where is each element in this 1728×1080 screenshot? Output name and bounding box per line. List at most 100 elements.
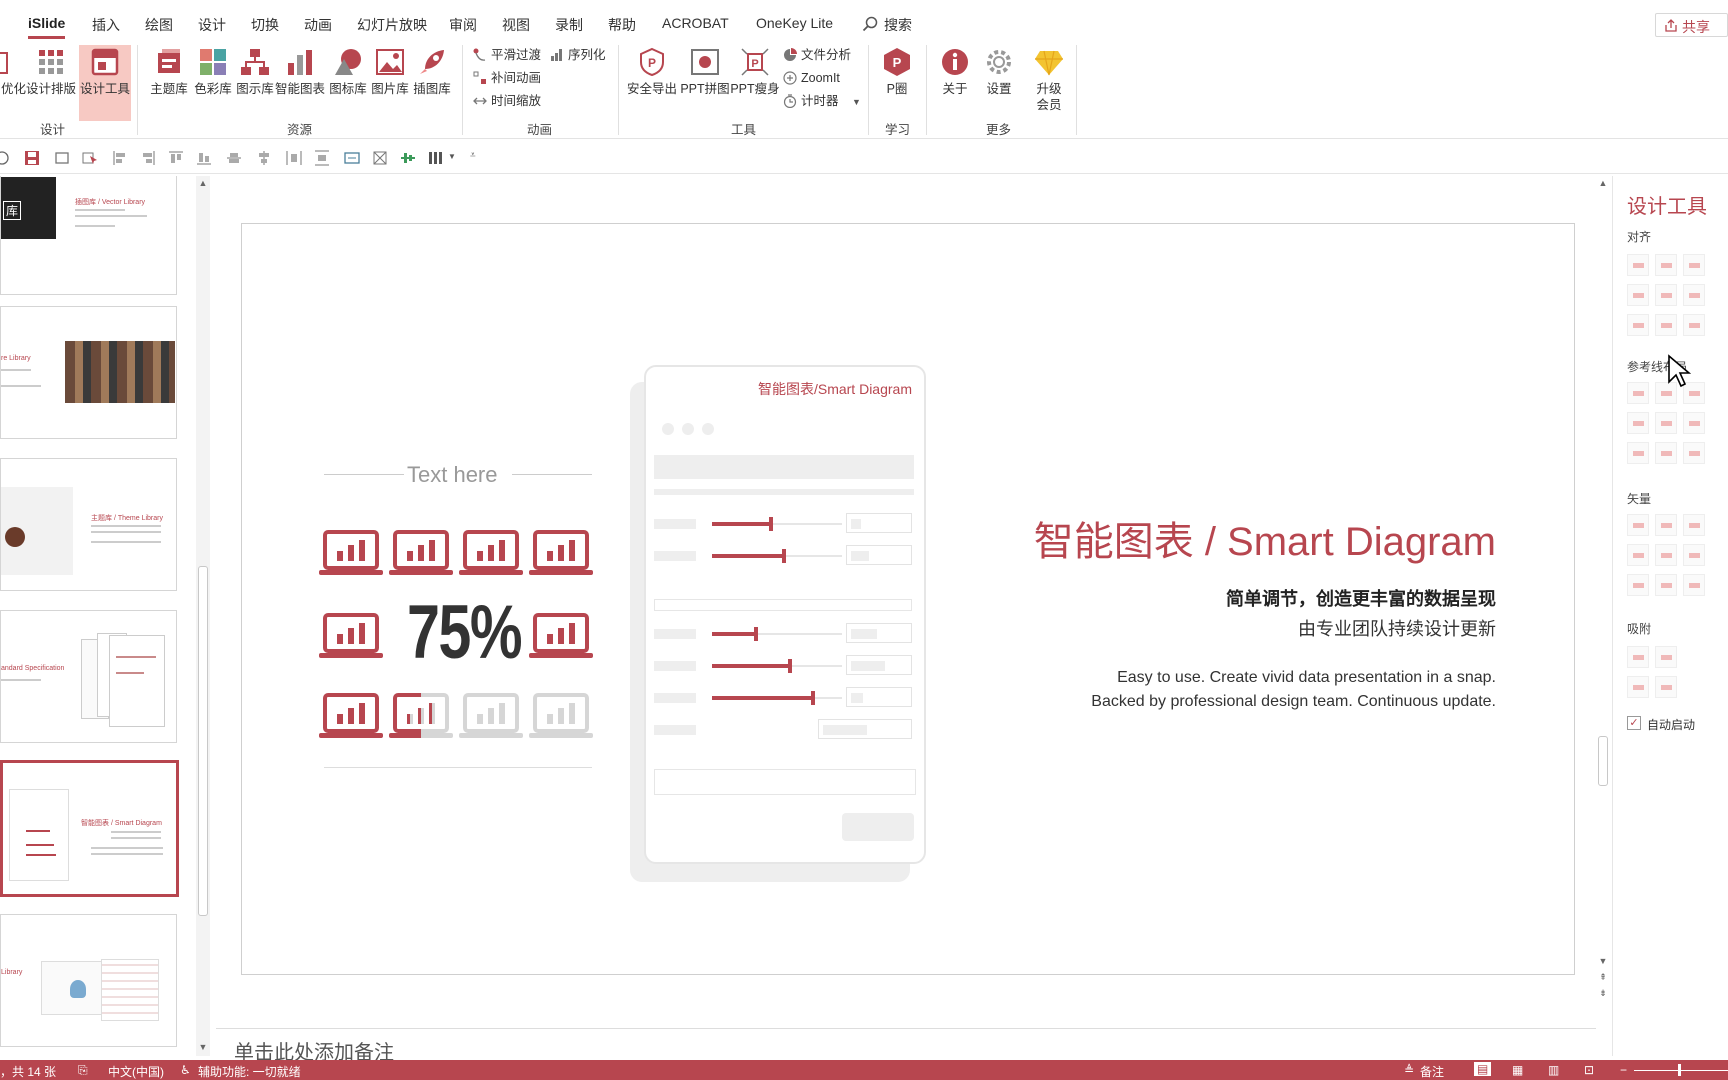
- slide-thumbnail[interactable]: Library: [0, 914, 177, 1047]
- vector-subtract-button[interactable]: [1655, 544, 1677, 566]
- vector-fragment-button[interactable]: [1683, 514, 1705, 536]
- slide-thumbnail-active[interactable]: 智能图表 / Smart Diagram: [0, 760, 179, 897]
- about-button[interactable]: 关于: [930, 45, 980, 121]
- tab-acrobat[interactable]: ACROBAT: [662, 15, 729, 31]
- tab-review[interactable]: 审阅: [449, 15, 477, 35]
- tab-islide[interactable]: iSlide: [28, 15, 66, 39]
- tab-onekey-lite[interactable]: OneKey Lite: [756, 15, 833, 31]
- guide-left-button[interactable]: [1627, 382, 1649, 404]
- align-left-button[interactable]: [1627, 254, 1649, 276]
- ppt-slim-button[interactable]: P PPT瘦身: [728, 45, 782, 121]
- tab-transitions[interactable]: 切换: [251, 15, 279, 35]
- zoom-slider-thumb[interactable]: [1678, 1064, 1681, 1076]
- distribute-h-button[interactable]: [1627, 314, 1649, 336]
- file-analysis-button[interactable]: 文件分析: [783, 45, 851, 65]
- slide-sorter-icon[interactable]: ▦: [1512, 1063, 1523, 1077]
- settings-button[interactable]: 设置: [974, 45, 1024, 121]
- zoomit-button[interactable]: ZoomIt: [783, 68, 840, 88]
- tween-animation-button[interactable]: 补间动画: [473, 68, 541, 88]
- chevron-down-icon[interactable]: ▼: [852, 97, 861, 107]
- share-button[interactable]: 共享: [1655, 13, 1728, 37]
- thumbnail-scrollbar[interactable]: ▲ ▼: [196, 176, 210, 1056]
- accessibility-icon[interactable]: ♿: [180, 1063, 191, 1077]
- time-zoom-button[interactable]: 时间缩放: [473, 91, 541, 111]
- tab-record[interactable]: 录制: [555, 15, 583, 35]
- optimize-button[interactable]: 优化: [0, 45, 26, 121]
- textbox-icon[interactable]: [344, 150, 360, 166]
- guide-width-button[interactable]: [1627, 442, 1649, 464]
- slide-thumbnail[interactable]: re Library: [0, 306, 177, 439]
- ruler-icon[interactable]: [400, 150, 416, 166]
- notes-pane[interactable]: 单击此处添加备注: [216, 1028, 1596, 1064]
- snap-top-button[interactable]: [1627, 676, 1649, 698]
- guide-grid-button[interactable]: [1683, 442, 1705, 464]
- zoom-slider[interactable]: [1634, 1070, 1728, 1071]
- scroll-up-arrow[interactable]: ▲: [1596, 178, 1610, 190]
- reading-view-icon[interactable]: ▥: [1548, 1063, 1559, 1077]
- align-center-icon[interactable]: [256, 150, 272, 166]
- tab-animations[interactable]: 动画: [304, 15, 332, 35]
- distribute-v-button[interactable]: [1655, 314, 1677, 336]
- vector-edit-button[interactable]: [1655, 574, 1677, 596]
- bars-icon[interactable]: [428, 150, 444, 166]
- align-right-button[interactable]: [1683, 254, 1705, 276]
- save-icon[interactable]: [24, 150, 40, 166]
- vector-extra-button[interactable]: [1683, 574, 1705, 596]
- align-middle-icon[interactable]: [226, 150, 242, 166]
- align-left-icon[interactable]: [112, 150, 128, 166]
- distribute-horizontal-icon[interactable]: [286, 150, 302, 166]
- tab-design[interactable]: 设计: [198, 15, 226, 35]
- color-library-button[interactable]: 色彩库: [190, 45, 236, 121]
- tab-slideshow[interactable]: 幻灯片放映: [357, 15, 427, 35]
- secure-export-button[interactable]: P 安全导出: [626, 45, 678, 121]
- design-layout-button[interactable]: 设计排版: [25, 45, 77, 121]
- design-tools-button[interactable]: 设计工具: [79, 45, 131, 121]
- customize-toolbar-icon[interactable]: ⩡: [470, 150, 476, 161]
- picture-library-button[interactable]: 图片库: [367, 45, 413, 121]
- snap-bottom-button[interactable]: [1655, 676, 1677, 698]
- slideshow-icon[interactable]: ⊡: [1584, 1063, 1594, 1077]
- slide-scrollbar[interactable]: ▲ ▼ ⇞ ⇟: [1596, 176, 1610, 1028]
- guide-up-button[interactable]: [1627, 412, 1649, 434]
- rectangle-icon[interactable]: [54, 150, 70, 166]
- align-middle-button[interactable]: [1655, 284, 1677, 306]
- theme-library-button[interactable]: 主题库: [142, 45, 196, 121]
- smooth-transition-button[interactable]: 平滑过渡: [473, 45, 541, 65]
- tab-help[interactable]: 帮助: [608, 15, 636, 35]
- placeholder-icon[interactable]: [372, 150, 388, 166]
- slide-thumbnail[interactable]: andard Specification: [0, 610, 177, 743]
- chevron-down-icon[interactable]: ▼: [448, 152, 456, 161]
- zoom-out-icon[interactable]: −: [1620, 1063, 1627, 1077]
- tab-insert[interactable]: 插入: [92, 15, 120, 35]
- match-size-button[interactable]: [1683, 314, 1705, 336]
- tab-draw[interactable]: 绘图: [145, 15, 173, 35]
- slide-thumbnail[interactable]: 主题库 / Theme Library: [0, 458, 177, 591]
- previous-slide-icon[interactable]: ⇞: [1596, 972, 1610, 984]
- align-right-icon[interactable]: [140, 150, 156, 166]
- guide-down-button[interactable]: [1683, 412, 1705, 434]
- accessibility-status[interactable]: 辅助功能: 一切就绪: [198, 1063, 301, 1080]
- illustration-library-button[interactable]: 插图库: [409, 45, 455, 121]
- select-icon[interactable]: [82, 150, 98, 166]
- icon-library-button[interactable]: 图标库: [325, 45, 371, 121]
- ppt-collage-button[interactable]: PPT拼图: [678, 45, 732, 121]
- snap-right-button[interactable]: [1655, 646, 1677, 668]
- vector-text-button[interactable]: [1627, 574, 1649, 596]
- guide-height-button[interactable]: [1655, 442, 1677, 464]
- scroll-up-arrow[interactable]: ▲: [196, 178, 210, 190]
- slide-thumbnail[interactable]: 库 插图库 / Vector Library: [0, 176, 177, 295]
- vector-union-button[interactable]: [1627, 514, 1649, 536]
- notes-toggle-icon[interactable]: ≜: [1404, 1063, 1414, 1077]
- scroll-down-arrow[interactable]: ▼: [196, 1042, 210, 1054]
- vector-combine-button[interactable]: [1655, 514, 1677, 536]
- align-top-icon[interactable]: [168, 150, 184, 166]
- proofing-icon[interactable]: ⎘: [78, 1063, 88, 1078]
- vector-intersect-button[interactable]: [1627, 544, 1649, 566]
- normal-view-icon[interactable]: ▤: [1474, 1062, 1492, 1076]
- scroll-down-arrow[interactable]: ▼: [1596, 956, 1610, 968]
- undo-icon[interactable]: [0, 150, 10, 166]
- timer-button[interactable]: 计时器 ▼: [783, 91, 861, 111]
- sequence-button[interactable]: 序列化: [550, 45, 606, 65]
- notes-toggle[interactable]: 备注: [1420, 1063, 1444, 1080]
- vector-split-button[interactable]: [1683, 544, 1705, 566]
